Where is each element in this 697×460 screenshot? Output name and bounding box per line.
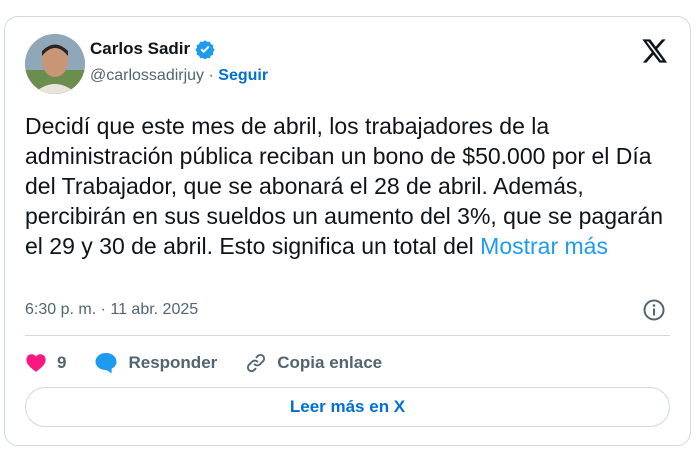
author-handle-row: @carlossadirjuy · Seguir — [90, 67, 268, 85]
avatar-photo — [25, 34, 85, 94]
tweet-timestamp[interactable]: 6:30 p. m. · 11 abr. 2025 — [25, 301, 198, 319]
info-icon[interactable] — [642, 298, 666, 322]
copy-link-label: Copia enlace — [277, 353, 383, 372]
tweet-card: Carlos Sadir @carlossadirjuy · Seguir De… — [4, 16, 691, 446]
heart-icon — [26, 354, 46, 372]
reply-bubble-icon — [95, 353, 117, 374]
avatar[interactable] — [25, 34, 85, 94]
link-icon — [247, 353, 266, 373]
tweet-text: Decidí que este mes de abril, los trabaj… — [25, 111, 675, 261]
author-handle[interactable]: @carlossadirjuy — [90, 67, 204, 84]
verified-badge-icon — [195, 40, 215, 59]
handle-separator: · — [208, 67, 214, 84]
author-name-row: Carlos Sadir — [90, 39, 215, 59]
reply-label: Responder — [128, 353, 218, 372]
copy-link-button[interactable]: Copia enlace — [245, 352, 382, 374]
like-button[interactable]: 9 — [25, 352, 66, 374]
author-name[interactable]: Carlos Sadir — [90, 39, 190, 59]
x-logo-icon[interactable] — [640, 37, 668, 65]
show-more-link[interactable]: Mostrar más — [480, 233, 608, 259]
like-count: 9 — [57, 353, 67, 372]
read-more-on-x-button[interactable]: Leer más en X — [25, 387, 670, 427]
divider — [25, 335, 670, 336]
follow-button[interactable]: Seguir — [218, 67, 268, 84]
action-bar: 9 Responder Copia enlace — [25, 350, 410, 376]
reply-button[interactable]: Responder — [94, 352, 217, 374]
